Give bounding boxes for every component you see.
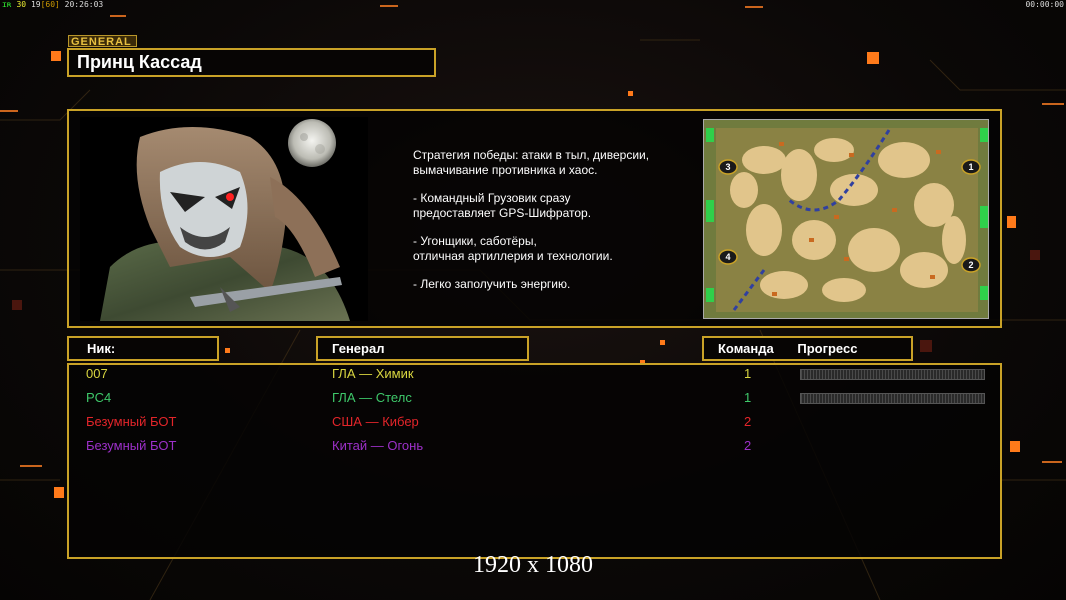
player-general: США — Кибер: [332, 414, 419, 429]
player-general: Китай — Огонь: [332, 438, 424, 453]
header-progress-label: Прогресс: [797, 341, 858, 356]
description-line: - Легко заполучить энергию.: [413, 277, 571, 291]
description-line: - Угонщики, саботёры, отличная артиллери…: [413, 234, 613, 263]
resolution-label: 1920 x 1080: [473, 552, 593, 578]
player-general: ГЛА — Стелс: [332, 390, 412, 405]
general-tag: GENERAL: [68, 35, 137, 48]
description-line: Стратегия победы: атаки в тыл, диверсии,…: [413, 148, 650, 177]
player-row: 007 ГЛА — Химик 1: [0, 366, 1066, 386]
player-row: PC4 ГЛА — Стелс 1: [0, 390, 1066, 410]
general-portrait: [80, 117, 368, 321]
map-slot-label: 1: [968, 162, 973, 172]
general-name: Принц Кассад: [67, 48, 436, 77]
map-preview[interactable]: 1 2 3 4: [703, 119, 989, 319]
player-general: ГЛА — Химик: [332, 366, 414, 381]
map-slot-label: 3: [725, 162, 730, 172]
player-team: 2: [744, 438, 752, 453]
description-line: - Командный Грузовик сразу предоставляет…: [413, 191, 592, 220]
header-general-label: Генерал: [332, 341, 385, 356]
player-nick: 007: [86, 366, 108, 381]
player-row: Безумный БОТ США — Кибер 2: [0, 414, 1066, 434]
player-nick: Безумный БОТ: [86, 414, 177, 429]
hud-clock: 20:26:03: [64, 0, 104, 9]
player-row: Безумный БОТ Китай — Огонь 2: [0, 438, 1066, 458]
header-team-label: Команда: [718, 341, 774, 356]
player-team: 1: [744, 366, 752, 381]
hud-label: ɪʀ: [2, 0, 12, 9]
player-nick: Безумный БОТ: [86, 438, 177, 453]
map-slot-label: 2: [968, 260, 973, 270]
player-team: 2: [744, 414, 752, 429]
player-team: 1: [744, 390, 752, 405]
general-description: Стратегия победы: атаки в тыл, диверсии,…: [413, 148, 693, 305]
player-progress-bar: [800, 393, 985, 404]
hud-stats: ɪʀ 30 19[60] 20:26:03: [2, 0, 103, 9]
player-progress-bar: [800, 369, 985, 380]
map-slot-label: 4: [725, 252, 730, 262]
hud-timer: 00:00:00: [1025, 0, 1064, 9]
hud-stat: 30: [16, 0, 27, 9]
hud-stat: 19: [30, 0, 41, 9]
header-nick: Ник:: [67, 336, 219, 361]
hud-stat: [60]: [40, 0, 60, 9]
header-nick-label: Ник:: [87, 341, 116, 356]
header-team-progress: Команда Прогресс: [702, 336, 913, 361]
player-nick: PC4: [86, 390, 112, 405]
header-general: Генерал: [316, 336, 529, 361]
